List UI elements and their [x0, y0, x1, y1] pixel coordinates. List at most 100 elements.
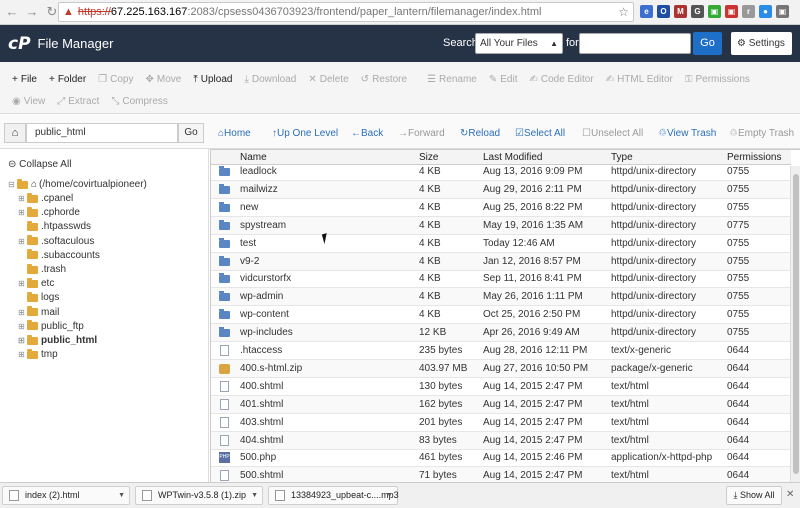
bookmark-star-icon[interactable]: ☆ — [618, 5, 629, 19]
toolbar-restore-button[interactable]: ↺ Restore — [361, 74, 407, 85]
toolbar-html-editor-button[interactable]: ✍ HTML Editor — [606, 74, 673, 85]
table-row[interactable]: wp-includes 12 KB Apr 26, 2016 9:49 AM http… — [211, 324, 791, 343]
expand-plus-icon[interactable]: ⊞ — [18, 194, 27, 203]
expand-plus-icon[interactable]: ⊞ — [18, 208, 27, 217]
nav-forward-button[interactable]: →Forward — [398, 128, 445, 139]
table-row[interactable]: v9-2 4 KB Jan 12, 2016 8:57 PM httpd/unix-d… — [211, 252, 791, 271]
chevron-down-icon[interactable]: ▼ — [118, 487, 125, 504]
toolbar-rename-button[interactable]: ☰ Rename — [427, 74, 477, 85]
nav-empty-trash-button[interactable]: ♲Empty Trash — [729, 128, 794, 139]
chevron-down-icon[interactable]: ▼ — [251, 487, 258, 504]
table-row[interactable]: 404.shtml 83 bytes Aug 14, 2015 2:47 PM tex… — [211, 431, 791, 450]
table-row[interactable]: mailwizz 4 KB Aug 29, 2016 2:11 PM httpd/un… — [211, 180, 791, 199]
table-row[interactable]: new 4 KB Aug 25, 2016 8:22 PM httpd/unix-di… — [211, 199, 791, 217]
nav-up-one-level-button[interactable]: ↑Up One Level — [272, 128, 338, 139]
tree-item-public-ftp[interactable]: ⊞ public_ftp — [18, 320, 84, 333]
column-header-name[interactable]: Name — [240, 152, 267, 163]
nav-back-button[interactable]: ←Back — [351, 128, 383, 139]
back-arrow-icon[interactable]: ← — [4, 4, 20, 20]
tree-root[interactable]: ⊟ ⌂ (/home/covirtualpioneer) — [8, 178, 147, 191]
table-row[interactable]: PHP 500.php 461 bytes Aug 14, 2015 2:46 PM a… — [211, 449, 791, 468]
toolbar-compress-button[interactable]: ⤡ Compress — [111, 96, 168, 107]
extension-icon[interactable]: O — [657, 5, 670, 18]
nav-view-trash-button[interactable]: ♲View Trash — [658, 128, 716, 139]
table-row[interactable]: vidcurstorfx 4 KB Sep 11, 2016 8:41 PM http… — [211, 270, 791, 289]
path-input[interactable]: public_html — [26, 123, 178, 143]
table-row[interactable]: 400.shtml 130 bytes Aug 14, 2015 2:47 PM te… — [211, 378, 791, 396]
extension-icon[interactable]: ▣ — [725, 5, 738, 18]
table-row[interactable]: 500.shtml 71 bytes Aug 14, 2015 2:47 PM tex… — [211, 467, 791, 482]
table-row[interactable]: 400.s-html.zip 403.97 MB Aug 27, 2016 10:5… — [211, 359, 791, 378]
tree-item-softaculous[interactable]: ⊞ .softaculous — [18, 235, 94, 248]
expand-minus-icon[interactable]: ⊟ — [8, 180, 17, 189]
search-input[interactable] — [579, 33, 691, 54]
tree-item-cphorde[interactable]: ⊞ .cphorde — [18, 206, 80, 219]
column-header-last-modified[interactable]: Last Modified — [483, 152, 542, 163]
tree-item-subaccounts[interactable]: .subaccounts — [18, 249, 100, 262]
tree-item-trash[interactable]: .trash — [18, 263, 66, 276]
expand-plus-icon[interactable]: ⊞ — [18, 322, 27, 331]
toolbar-file-button[interactable]: + File — [12, 74, 37, 85]
column-header-permissions[interactable]: Permissions — [727, 152, 781, 163]
toolbar-code-editor-button[interactable]: ✍ Code Editor — [529, 74, 593, 85]
toolbar-folder-button[interactable]: + Folder — [49, 74, 86, 85]
toolbar-view-button[interactable]: ◉ View — [12, 96, 45, 107]
tree-item-mail[interactable]: ⊞ mail — [18, 306, 59, 319]
extension-icon[interactable]: G — [691, 5, 704, 18]
toolbar-edit-button[interactable]: ✎ Edit — [489, 74, 518, 85]
tree-item-htpasswds[interactable]: .htpasswds — [18, 220, 91, 233]
table-row[interactable]: test 4 KB Today 12:46 AM httpd/unix-directo… — [211, 235, 791, 253]
tree-item-etc[interactable]: ⊞ etc — [18, 277, 54, 290]
expand-plus-icon[interactable]: ⊞ — [18, 336, 27, 345]
nav-unselect-all-button[interactable]: ☐Unselect All — [582, 128, 643, 139]
nav-home-button[interactable]: ⌂Home — [218, 128, 251, 139]
chevron-down-icon[interactable]: ▼ — [386, 487, 393, 504]
expand-plus-icon[interactable]: ⊞ — [18, 279, 27, 288]
cpanel-logo[interactable]: cP — [8, 34, 31, 54]
table-row[interactable]: wp-content 4 KB Oct 25, 2016 2:50 PM httpd/… — [211, 306, 791, 325]
tree-item-cpanel[interactable]: ⊞ .cpanel — [18, 192, 73, 205]
column-header-size[interactable]: Size — [419, 152, 438, 163]
nav-reload-button[interactable]: ↻Reload — [460, 128, 500, 139]
table-row[interactable]: 401.shtml 162 bytes Aug 14, 2015 2:47 PM te… — [211, 395, 791, 414]
expand-plus-icon[interactable]: ⊞ — [18, 350, 27, 359]
path-go-button[interactable]: Go — [178, 123, 204, 143]
browser-menu-icon[interactable]: ⋮ — [782, 5, 794, 18]
tree-item-logs[interactable]: logs — [18, 291, 59, 304]
close-icon[interactable]: ✕ — [786, 489, 794, 500]
toolbar-permissions-button[interactable]: ⚿ Permissions — [685, 74, 750, 85]
vertical-scrollbar[interactable] — [790, 166, 800, 482]
download-item[interactable]: WPTwin-v3.5.8 (1).zip ▼ — [135, 486, 263, 505]
toolbar-delete-button[interactable]: ✕ Delete — [308, 74, 348, 85]
settings-button[interactable]: ⚙ Settings — [731, 32, 792, 55]
toolbar-extract-button[interactable]: ⤢ Extract — [57, 96, 99, 107]
search-scope-select[interactable]: All Your Files ▲︎ — [475, 33, 563, 54]
table-row[interactable]: wp-admin 4 KB May 26, 2016 1:11 PM httpd/un… — [211, 288, 791, 307]
expand-plus-icon[interactable]: ⊞ — [18, 308, 27, 317]
extension-icon[interactable]: e — [640, 5, 653, 18]
scrollbar-thumb[interactable] — [793, 174, 799, 474]
extension-icon[interactable]: r — [742, 5, 755, 18]
table-row[interactable]: spystream 4 KB May 19, 2016 1:35 AM httpd/u… — [211, 216, 791, 235]
tree-item-public-html[interactable]: ⊞ public_html — [18, 334, 97, 347]
nav-select-all-button[interactable]: ☑Select All — [515, 128, 565, 139]
tree-item-tmp[interactable]: ⊞ tmp — [18, 348, 58, 361]
table-row[interactable]: .htaccess 235 bytes Aug 28, 2016 12:11 PM t… — [211, 342, 791, 360]
extension-icon[interactable]: M — [674, 5, 687, 18]
search-go-button[interactable]: Go — [693, 32, 722, 55]
toolbar-download-button[interactable]: ⤓ Download — [244, 74, 296, 85]
extension-icon[interactable]: ● — [759, 5, 772, 18]
home-icon[interactable]: ⌂ — [4, 123, 26, 143]
download-item[interactable]: 13384923_upbeat-c....mp3 ▼ — [268, 486, 399, 505]
toolbar-copy-button[interactable]: ❐ Copy — [98, 74, 133, 85]
extension-icon[interactable]: ▣ — [708, 5, 721, 18]
expand-plus-icon[interactable]: ⊞ — [18, 237, 27, 246]
table-row[interactable]: leadlock 4 KB Aug 13, 2016 9:09 PM httpd/un… — [211, 163, 791, 181]
address-bar[interactable]: ▲ https://67.225.163.167:2083/cpsess0436… — [58, 2, 634, 22]
show-all-downloads-button[interactable]: ⤓ Show All — [726, 486, 782, 505]
download-item[interactable]: index (2).html ▼ — [2, 486, 130, 505]
column-header-type[interactable]: Type — [611, 152, 633, 163]
forward-arrow-icon[interactable]: → — [24, 4, 40, 20]
toolbar-upload-button[interactable]: ⤒ Upload — [193, 74, 232, 85]
toolbar-move-button[interactable]: ✥ Move — [146, 74, 182, 85]
